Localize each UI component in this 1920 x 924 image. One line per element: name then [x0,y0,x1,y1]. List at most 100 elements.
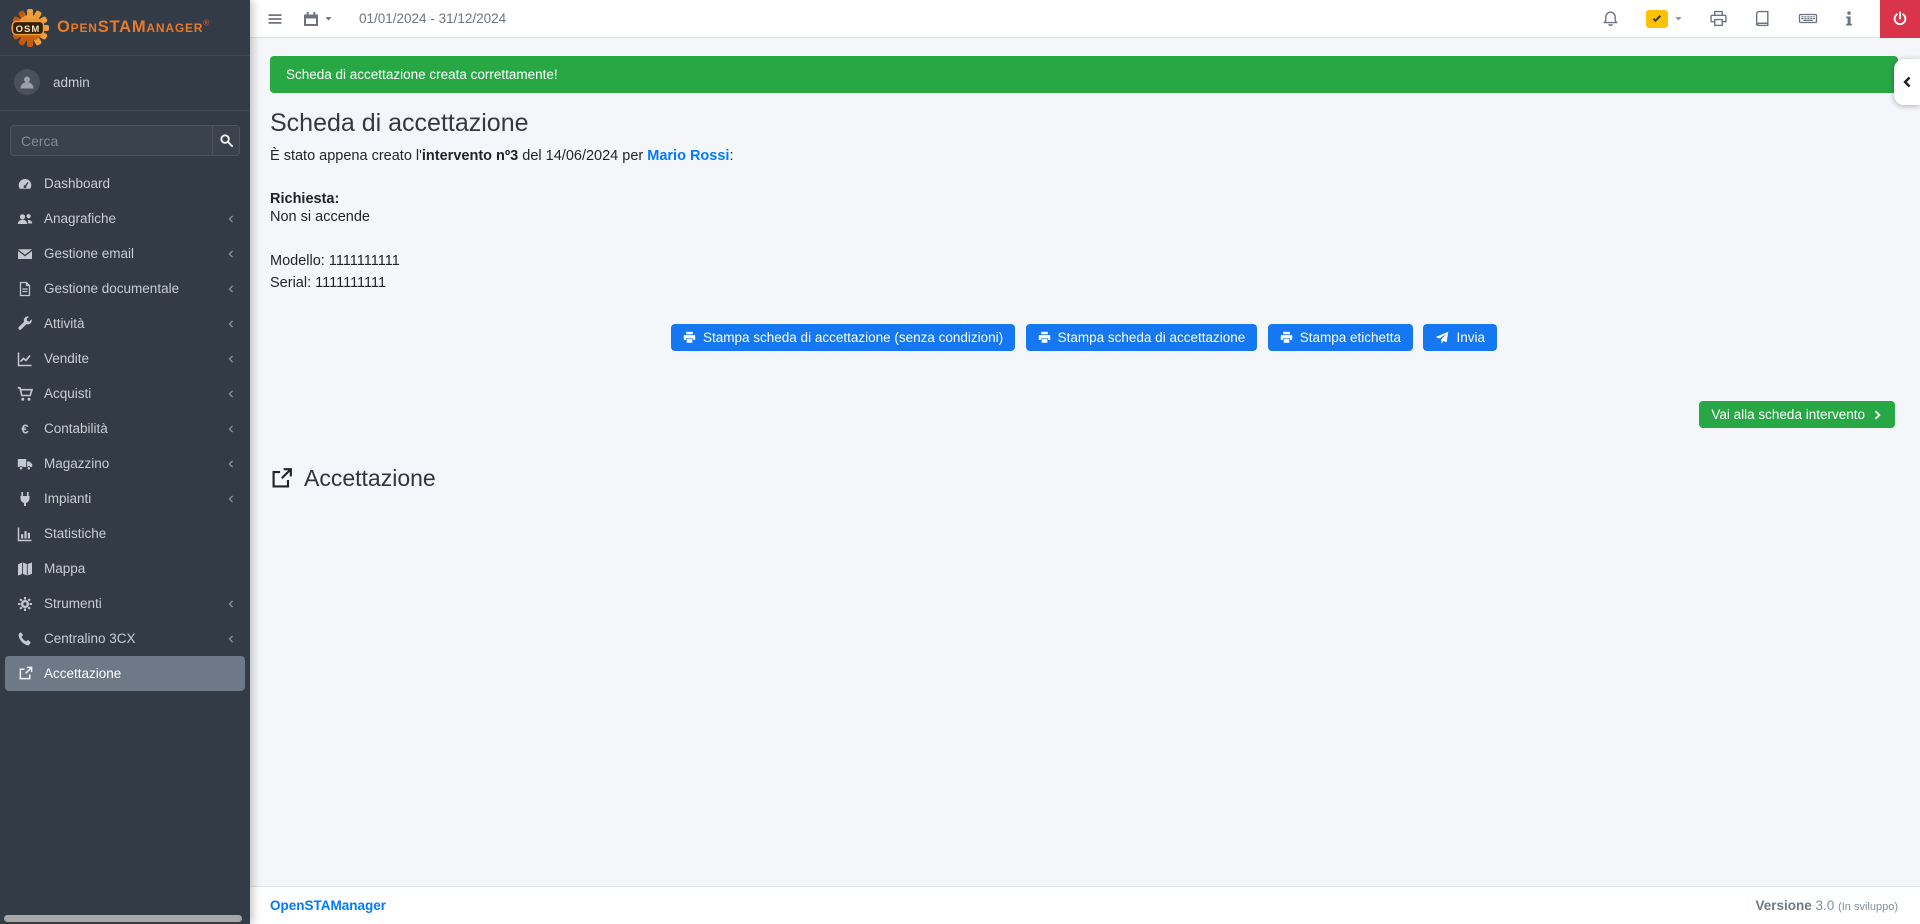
map-icon [15,561,35,577]
customer-link[interactable]: Mario Rossi [647,148,729,164]
sidebar-item-label: Mappa [44,561,85,576]
avatar [14,69,40,95]
page-title: Scheda di accettazione [270,109,1898,138]
notifications-button[interactable] [1602,10,1619,27]
goto-intervention-button[interactable]: Vai alla scheda intervento [1699,401,1895,428]
keyboard-icon [1798,10,1818,27]
intervention-number: intervento nº3 [422,148,518,164]
intro-suffix: : [729,148,733,164]
sidebar-item-attivita[interactable]: Attività [0,306,250,341]
shopping-cart-icon [15,386,35,402]
info-button[interactable] [1845,10,1853,27]
top-navbar: 01/01/2024 - 31/12/2024 [250,0,1920,38]
logout-button[interactable] [1880,0,1920,38]
sidebar-item-strumenti[interactable]: Strumenti [0,586,250,621]
sidebar-item-mappa[interactable]: Mappa [0,551,250,586]
print-button[interactable] [1710,10,1727,27]
sidebar-search [10,125,240,156]
power-icon [1892,11,1908,27]
sidebar-item-label: Magazzino [44,456,109,471]
sidebar-item-label: Accettazione [44,666,121,681]
printer-icon [1038,331,1051,344]
chart-bar-icon [15,526,35,542]
paper-plane-icon [1435,331,1449,345]
panel-collapse-tab[interactable] [1894,59,1920,105]
chevron-left-icon [226,459,236,469]
osm-gear-logo-icon: OSM [10,8,50,48]
acceptance-section-header: Accettazione [270,465,1898,492]
search-button[interactable] [212,126,239,155]
footer: OpenSTAManager Versione 3.0 (In sviluppo… [250,886,1920,924]
envelope-icon [15,246,35,262]
sidebar-item-contabilita[interactable]: € Contabilità [0,411,250,446]
sidebar-item-label: Impianti [44,491,91,506]
print-label-button[interactable]: Stampa etichetta [1268,324,1413,351]
book-icon [1754,10,1771,27]
sidebar-item-magazzino[interactable]: Magazzino [0,446,250,481]
user-panel[interactable]: admin [0,56,250,111]
sidebar-item-label: Gestione email [44,246,134,261]
intro-prefix: È stato appena creato l' [270,148,422,164]
sidebar-item-label: Centralino 3CX [44,631,136,646]
svg-text:€: € [21,421,28,436]
date-range-label: 01/01/2024 - 31/12/2024 [359,11,506,26]
calendar-filter-button[interactable] [303,11,333,27]
footer-version: Versione 3.0 (In sviluppo) [1755,898,1898,913]
chevron-left-icon [226,494,236,504]
tachometer-icon [15,176,35,192]
print-without-conditions-button[interactable]: Stampa scheda di accettazione (senza con… [671,324,1015,351]
sidebar: OSM OpenSTAManager® admin [0,0,250,924]
print-actions-row: Stampa scheda di accettazione (senza con… [270,324,1898,351]
print-acceptance-button[interactable]: Stampa scheda di accettazione [1026,324,1258,351]
sidebar-item-centralino-3cx[interactable]: Centralino 3CX [0,621,250,656]
goto-intervention-row: Vai alla scheda intervento [270,401,1898,428]
chevron-left-icon [226,424,236,434]
sidebar-item-statistiche[interactable]: Statistiche [0,516,250,551]
request-value: Non si accende [270,207,1898,229]
users-icon [15,211,35,227]
sidebar-item-vendite[interactable]: Vendite [0,341,250,376]
user-name: admin [53,75,90,90]
chevron-left-icon [226,599,236,609]
manual-button[interactable] [1754,10,1771,27]
euro-sign-icon: € [15,421,35,437]
main-content: Scheda di accettazione creata correttame… [250,38,1920,886]
printer-icon [1710,10,1727,27]
bell-icon [1602,10,1619,27]
chevron-left-icon [1901,75,1914,89]
shortcuts-button[interactable] [1798,10,1818,27]
sidebar-horizontal-scrollbar[interactable] [4,915,242,922]
section-title: Accettazione [304,465,436,492]
sidebar-item-label: Contabilità [44,421,108,436]
send-button[interactable]: Invia [1423,324,1497,351]
sidebar-item-label: Statistiche [44,526,106,541]
svg-text:OSM: OSM [16,23,41,34]
sidebar-item-gestione-documentale[interactable]: Gestione documentale [0,271,250,306]
search-input[interactable] [11,126,212,155]
sidebar-item-acquisti[interactable]: Acquisti [0,376,250,411]
session-status-dropdown[interactable] [1646,10,1683,28]
chevron-right-icon [1872,409,1883,421]
sidebar-item-dashboard[interactable]: Dashboard [0,166,250,201]
success-alert: Scheda di accettazione creata correttame… [270,56,1898,93]
chevron-left-icon [226,249,236,259]
phone-icon [15,631,35,647]
sidebar-nav: Dashboard Anagrafiche Gestione email Ges… [0,166,250,691]
sidebar-item-accettazione[interactable]: Accettazione [5,656,245,691]
sidebar-item-impianti[interactable]: Impianti [0,481,250,516]
request-label: Richiesta: [270,191,1898,207]
chevron-left-icon [226,634,236,644]
sidebar-item-gestione-email[interactable]: Gestione email [0,236,250,271]
brand[interactable]: OSM OpenSTAManager® [0,0,250,56]
sidebar-item-label: Gestione documentale [44,281,179,296]
chevron-left-icon [226,319,236,329]
model-line: Modello: 1111111111 [270,251,1898,273]
printer-icon [683,331,696,344]
sidebar-toggle-button[interactable] [267,11,283,27]
caret-down-icon [1674,14,1683,23]
check-icon [1651,13,1663,25]
external-link-icon [270,467,293,490]
footer-app-link[interactable]: OpenSTAManager [270,898,386,913]
sidebar-item-anagrafiche[interactable]: Anagrafiche [0,201,250,236]
gear-icon [15,596,35,612]
